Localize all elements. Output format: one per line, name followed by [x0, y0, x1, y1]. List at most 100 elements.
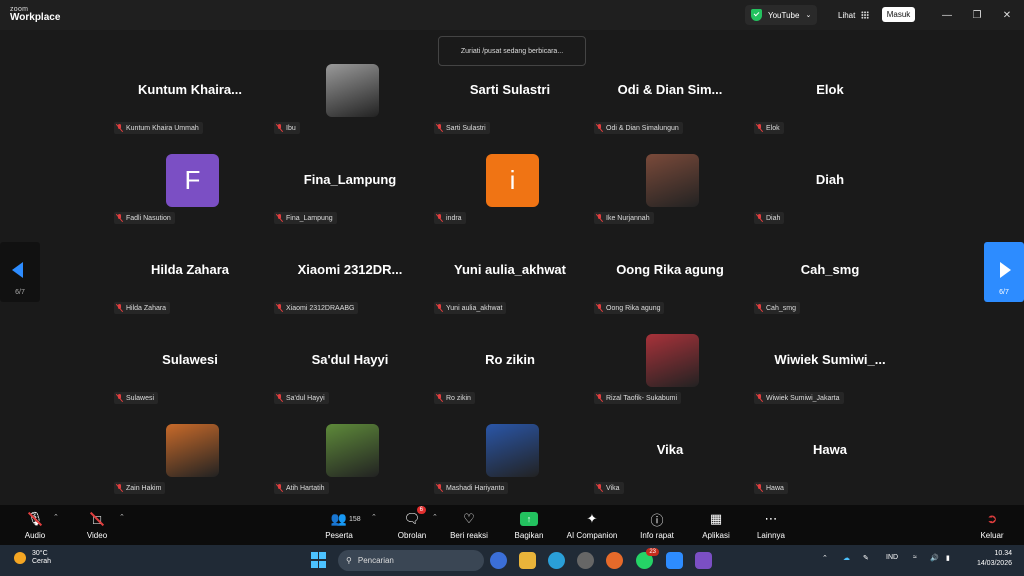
youtube-stream-button[interactable]: YouTube ⌄: [745, 5, 818, 25]
pen-icon[interactable]: ✎: [863, 554, 869, 562]
video-label: Video: [86, 531, 108, 540]
app-icon-purple[interactable]: [695, 552, 712, 569]
participant-name-tag: Oong Rika agung: [594, 302, 665, 314]
search-placeholder: Pencarian: [357, 556, 394, 565]
participant-tile[interactable]: Mashadi Hariyanto: [430, 420, 590, 509]
participant-tile[interactable]: Hawa Hawa: [750, 420, 910, 509]
participant-tile[interactable]: Hilda Zahara Hilda Zahara: [110, 240, 270, 329]
participant-tile[interactable]: Zain Hakim: [110, 420, 270, 509]
participant-name: Oong Rika agung: [606, 304, 661, 312]
zoom-taskbar-icon[interactable]: [666, 552, 683, 569]
participant-tile[interactable]: Odi & Dian Sim... Odi & Dian Simalungun: [590, 60, 750, 149]
participant-tile[interactable]: Ibu: [270, 60, 430, 149]
participant-tile[interactable]: F Fadli Nasution: [110, 150, 270, 239]
microphone-muted-icon: [276, 394, 283, 402]
microphone-muted-icon: [756, 394, 763, 402]
participant-name: Vika: [606, 484, 620, 492]
participant-tile[interactable]: Elok Elok: [750, 60, 910, 149]
edge-icon[interactable]: [548, 552, 565, 569]
participant-tile[interactable]: Sulawesi Sulawesi: [110, 330, 270, 419]
video-button[interactable]: □ Video: [67, 509, 127, 543]
leave-icon: ➲: [986, 511, 998, 526]
taskbar-search[interactable]: ⚲ Pencarian: [338, 550, 484, 571]
more-button[interactable]: ⋯ Lainnya: [741, 509, 801, 543]
app-icon[interactable]: [577, 552, 594, 569]
microphone-muted-icon: [116, 484, 123, 492]
participant-tile[interactable]: Ro zikin Ro zikin: [430, 330, 590, 419]
view-button[interactable]: Lihat: [838, 5, 870, 25]
clock[interactable]: 10.34 14/03/2026: [968, 549, 1012, 569]
participant-name-tag: Sa'dul Hayyi: [274, 392, 329, 404]
participant-tile[interactable]: Xiaomi 2312DR... Xiaomi 2312DRAABG: [270, 240, 430, 329]
meeting-info-label: Info rapat: [640, 531, 674, 540]
firefox-icon[interactable]: [606, 552, 623, 569]
previous-page-button[interactable]: 6/7: [0, 242, 40, 302]
participant-tile[interactable]: Diah Diah: [750, 150, 910, 239]
participant-tile[interactable]: Fina_Lampung Fina_Lampung: [270, 150, 430, 239]
avatar-photo: [326, 64, 379, 117]
participant-tile[interactable]: Yuni aulia_akhwat Yuni aulia_akhwat: [430, 240, 590, 329]
weather-widget[interactable]: 30°C Cerah: [14, 550, 51, 567]
participant-display-name: Sulawesi: [162, 352, 218, 367]
microphone-muted-icon: [756, 304, 763, 312]
battery-icon[interactable]: ▮: [946, 554, 950, 562]
wifi-icon[interactable]: ≈: [913, 554, 917, 561]
file-explorer-icon[interactable]: [519, 552, 536, 569]
participant-tile[interactable]: Vika Vika: [590, 420, 750, 509]
participant-tile[interactable]: Ike Nurjannah: [590, 150, 750, 239]
language-indicator[interactable]: IND: [886, 554, 898, 561]
apps-button[interactable]: ▦ Aplikasi: [686, 509, 746, 543]
microphone-muted-icon: [436, 304, 443, 312]
participant-tile[interactable]: Sarti Sulastri Sarti Sulastri: [430, 60, 590, 149]
reactions-button[interactable]: ♡ Beri reaksi: [439, 509, 499, 543]
participant-tile[interactable]: Kuntum Khaira... Kuntum Khaira Ummah: [110, 60, 270, 149]
close-icon[interactable]: ✕: [1000, 8, 1014, 22]
start-button[interactable]: [311, 552, 328, 569]
participant-tile[interactable]: Sa'dul Hayyi Sa'dul Hayyi: [270, 330, 430, 419]
video-options-chevron-icon[interactable]: ⌃: [119, 513, 125, 521]
signin-button[interactable]: Masuk: [882, 7, 915, 22]
participant-display-name: Kuntum Khaira...: [137, 82, 242, 97]
leave-button[interactable]: ➲ Keluar: [962, 509, 1022, 543]
sparkle-icon: ✦: [586, 511, 598, 526]
microphone-muted-icon: [436, 214, 443, 222]
share-screen-icon: ↑: [517, 509, 541, 529]
participant-name: Yuni aulia_akhwat: [446, 304, 503, 312]
chat-options-chevron-icon[interactable]: ⌃: [432, 513, 438, 521]
arrow-right-icon: [1000, 262, 1011, 278]
share-button[interactable]: ↑ Bagikan: [499, 509, 559, 543]
participant-name: Zain Hakim: [126, 484, 162, 492]
participant-tile[interactable]: Oong Rika agung Oong Rika agung: [590, 240, 750, 329]
participant-tile[interactable]: Rizal Taofik- Sukabumi: [590, 330, 750, 419]
participants-options-chevron-icon[interactable]: ⌃: [371, 513, 377, 521]
participant-name-tag: Ike Nurjannah: [594, 212, 654, 224]
youtube-label: YouTube: [768, 10, 800, 20]
cloud-icon[interactable]: ☁: [843, 554, 850, 562]
participant-name: Hilda Zahara: [126, 304, 167, 312]
participants-button[interactable]: 👥 Peserta: [309, 509, 369, 543]
participant-name-tag: Wiwiek Sumiwi_Jakarta: [754, 392, 844, 404]
participant-tile[interactable]: Cah_smg Cah_smg: [750, 240, 910, 329]
show-hidden-icons-chevron-icon[interactable]: ⌃: [822, 554, 828, 562]
restore-icon[interactable]: ❐: [970, 8, 984, 22]
leave-label: Keluar: [980, 531, 1004, 540]
next-page-button[interactable]: 6/7: [984, 242, 1024, 302]
avatar: F: [166, 154, 219, 207]
ai-companion-button[interactable]: ✦ AI Companion: [562, 509, 622, 543]
audio-options-chevron-icon[interactable]: ⌃: [53, 513, 59, 521]
volume-icon[interactable]: 🔊: [930, 554, 939, 562]
meeting-info-button[interactable]: ⓘ Info rapat: [627, 509, 687, 543]
minimize-icon[interactable]: —: [940, 8, 954, 22]
participant-tile[interactable]: i indra: [430, 150, 590, 239]
participant-tile[interactable]: Atih Hartatih: [270, 420, 430, 509]
more-dots-icon: ⋯: [764, 511, 778, 526]
info-icon: ⓘ: [650, 512, 664, 528]
chat-badge: 6: [416, 506, 426, 514]
participant-grid: Kuntum Khaira... Kuntum Khaira Ummah Ibu Sa…: [110, 60, 910, 505]
whatsapp-icon[interactable]: 23: [636, 548, 659, 569]
participant-display-name: Wiwiek Sumiwi_...: [774, 352, 886, 367]
copilot-icon[interactable]: [490, 552, 507, 569]
participant-tile[interactable]: Wiwiek Sumiwi_... Wiwiek Sumiwi_Jakarta: [750, 330, 910, 419]
microphone-muted-icon: [116, 304, 123, 312]
meeting-toolbar: 🎙 Audio ⌃ □ Video ⌃ 👥 Peserta 158 ⌃ 🗨6 O…: [0, 505, 1024, 545]
